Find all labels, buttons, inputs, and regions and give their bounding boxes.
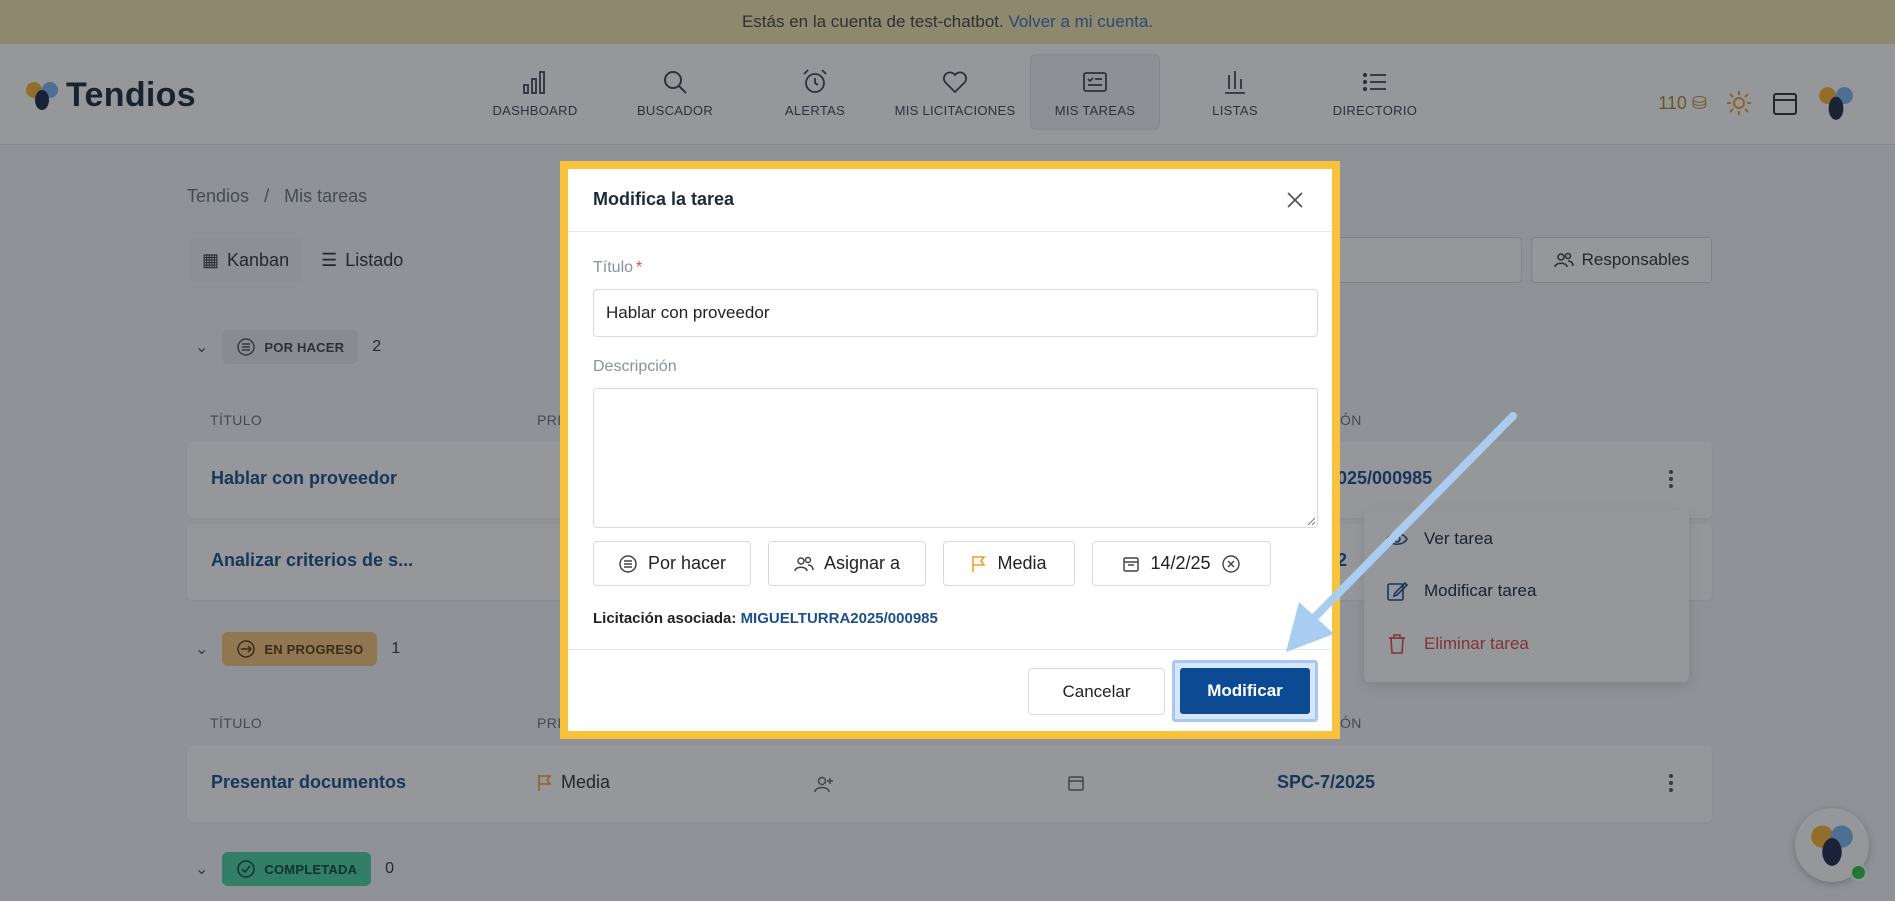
- title-field-label: Título *: [593, 259, 642, 277]
- close-button[interactable]: [1280, 185, 1310, 215]
- calendar-icon: [1123, 556, 1140, 572]
- flag-icon: [972, 555, 987, 572]
- status-select-button[interactable]: Por hacer: [593, 541, 751, 586]
- list-circle-icon: [619, 554, 637, 573]
- due-date-value: 14/2/25: [1150, 553, 1211, 573]
- clear-date-icon[interactable]: [1221, 554, 1241, 574]
- due-date-picker[interactable]: 14/2/25: [1092, 541, 1271, 586]
- licitacion-label: Licitación asociada:: [593, 610, 737, 627]
- cancel-button[interactable]: Cancelar: [1028, 668, 1165, 715]
- modal-title: Modifica la tarea: [593, 189, 735, 209]
- modal-footer: Cancelar Modificar: [568, 649, 1332, 731]
- licitacion-link[interactable]: MIGUELTURRA2025/000985: [741, 610, 938, 627]
- submit-highlight: Modificar: [1172, 660, 1318, 722]
- assign-to-label: Asignar a: [823, 553, 901, 573]
- required-mark: *: [636, 259, 643, 276]
- modal-header: Modifica la tarea: [568, 169, 1332, 232]
- resize-handle-icon[interactable]: [1306, 516, 1316, 526]
- priority-select-button[interactable]: Media: [943, 541, 1075, 586]
- title-label-text: Título: [593, 259, 634, 276]
- associated-licitacion: Licitación asociada: MIGUELTURRA2025/000…: [593, 610, 938, 627]
- status-select-label: Por hacer: [647, 553, 727, 573]
- edit-task-modal: Modifica la tarea Título* Descripción Po…: [560, 161, 1340, 739]
- close-icon: [1287, 192, 1303, 208]
- assign-to-button[interactable]: Asignar a: [768, 541, 926, 586]
- modify-button[interactable]: Modificar: [1180, 668, 1310, 714]
- description-field[interactable]: [593, 388, 1318, 528]
- description-field-label: Descripción: [593, 358, 677, 375]
- priority-select-label: Media: [997, 553, 1047, 573]
- users-icon: [794, 556, 814, 571]
- title-field[interactable]: [593, 289, 1318, 337]
